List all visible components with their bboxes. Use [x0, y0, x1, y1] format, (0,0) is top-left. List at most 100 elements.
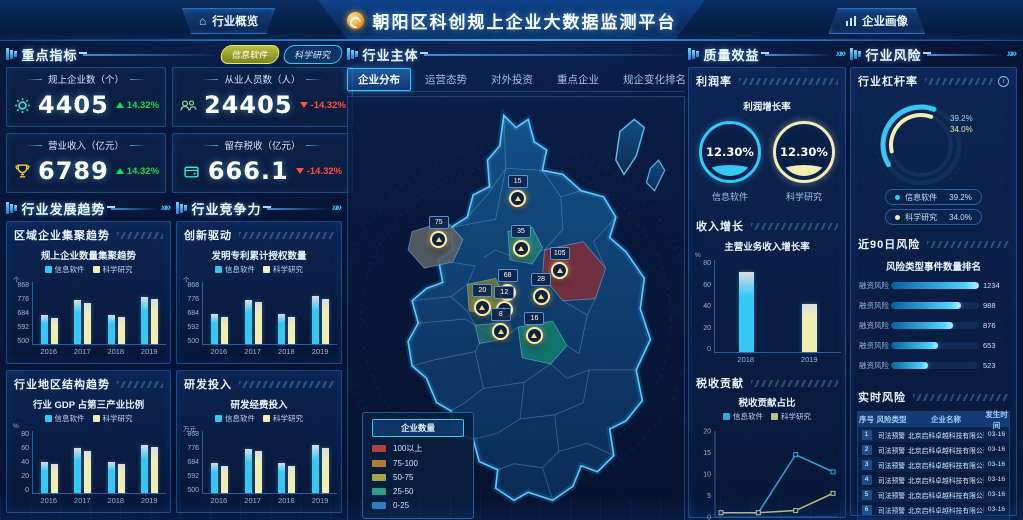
map-marker-75[interactable]: 75: [429, 211, 449, 248]
stat-label: 留存税收（亿元）: [179, 138, 346, 152]
pin-icon: [430, 231, 447, 248]
profit-gauges: 12.30%信息软件12.30%科学研究: [689, 113, 845, 213]
page-title: 朝阳区科创规上企业大数据监测平台: [373, 8, 677, 33]
hatch-decoration: [751, 223, 838, 230]
key-indicators-header: 重点指标 信息软件 科学研究: [6, 44, 342, 64]
map-marker-35[interactable]: 35: [511, 220, 531, 257]
region-structure-card: 行业地区结构趋势 行业 GDP 占第三产业比例信息软件科学研究%80604020…: [6, 370, 171, 513]
filter-tag-research[interactable]: 科学研究: [282, 45, 344, 64]
gdp-ratio-chart: 行业 GDP 占第三产业比例信息软件科学研究%80604020020162017…: [7, 394, 170, 505]
table-row[interactable]: 3司法预警北京启科卓越科技有限公司03-16: [858, 457, 1009, 472]
competitiveness-header: 行业竞争力 »»: [176, 198, 342, 218]
kpi-cards: 规上企业数（个）440514.32%从业人员数（人）24405-14.32%营业…: [6, 67, 342, 193]
people-icon: [179, 98, 197, 113]
stat-delta: -14.32%: [300, 100, 346, 111]
stat-card: 规上企业数（个）440514.32%: [6, 67, 166, 127]
hbar-row[interactable]: 融资风险876: [859, 320, 1008, 331]
filter-tag-software[interactable]: 信息软件: [219, 45, 281, 64]
y-axis: 806040200: [11, 431, 32, 494]
section-header: 研发投入: [177, 371, 341, 394]
hbar-row[interactable]: 融资风险988: [859, 300, 1008, 311]
stat-label: 营业收入（亿元）: [13, 138, 159, 152]
panel-header-line: [267, 208, 327, 210]
stat-card: 从业人员数（人）24405-14.32%: [172, 67, 353, 127]
gauge-plot: [859, 93, 1009, 195]
agglomeration-card: 区域企业集聚趋势 规上企业数量集聚趋势信息软件科学研究个868776684592…: [6, 221, 171, 364]
legend-item: 50-75: [372, 473, 464, 482]
rnd-card: 研发投入 研发经费投入信息软件科学研究万元8687766845925002016…: [176, 370, 342, 513]
table-row[interactable]: 6司法预警北京启科卓越科技有限公司03-16: [858, 502, 1009, 517]
expand-arrows-icon[interactable]: »»: [1007, 48, 1017, 60]
expand-arrows-icon[interactable]: »»: [836, 48, 846, 60]
hatch-decoration: [739, 78, 838, 85]
nav-enterprise-profile[interactable]: 企业画像: [829, 8, 926, 34]
tab-2[interactable]: 运营态势: [415, 69, 477, 90]
legend-pill[interactable]: 科学研究34.0%: [885, 209, 982, 225]
table-row[interactable]: 4司法预警北京启科卓越科技有限公司03-16: [858, 472, 1009, 487]
map-marker-28[interactable]: 28: [531, 268, 551, 305]
svg-text:20: 20: [703, 429, 711, 436]
chart-title: 发明专利累计授权数量: [181, 248, 337, 262]
map-marker-15[interactable]: 15: [508, 170, 528, 207]
panel-icon: [347, 48, 358, 60]
legend-item: 0-25: [372, 501, 464, 510]
nav-industry-overview-label: 行业概览: [212, 13, 258, 29]
x-axis: 2016201720182019: [202, 494, 337, 505]
chart-title: 研发经费投入: [181, 397, 337, 411]
chart-title: 规上企业数量集聚趋势: [11, 248, 166, 262]
y-axis: 868776684592500: [181, 282, 202, 345]
map-legend-title: 企业数量: [372, 419, 464, 437]
panel-icon: [850, 48, 861, 60]
liquid-gauge: 12.30%科学研究: [773, 121, 835, 203]
risk-panel: 行业风险 »» 行业杠杆率 i 39.2%34.0%信息软件39.2%科学研究3…: [850, 44, 1017, 514]
tab-3[interactable]: 对外投资: [481, 69, 543, 90]
risk-ranking-chart: 风险类型事件数量排名融资风险1234融资风险988融资风险876融资风险653融…: [851, 254, 1016, 384]
map-marker-20[interactable]: 20: [472, 279, 492, 316]
panel-header-line: [83, 54, 216, 56]
chart-legend: 信息软件科学研究: [689, 411, 845, 422]
hbar-row[interactable]: 融资风险1234: [859, 280, 1008, 291]
map-marker-105[interactable]: 105: [550, 242, 570, 279]
panel-icon: [688, 48, 699, 60]
hatch-decoration: [925, 78, 993, 85]
plot-area: [202, 431, 337, 494]
chart-title: 行业 GDP 占第三产业比例: [11, 397, 166, 411]
key-indicators-panel: 重点指标 信息软件 科学研究 规上企业数（个）440514.32%从业人员数（人…: [6, 44, 342, 194]
section-header: 区域企业集聚趋势: [7, 222, 170, 245]
tab-5[interactable]: 规企变化排名: [613, 69, 696, 90]
tab-4[interactable]: 重点企业: [547, 69, 609, 90]
legend-item: 75-100: [372, 459, 464, 468]
expand-arrows-icon[interactable]: »»: [332, 202, 342, 214]
hbar-row[interactable]: 融资风险523: [859, 360, 1008, 371]
table-row[interactable]: 2司法预警北京启科卓越科技有限公司03-16: [858, 442, 1009, 457]
section-header: 收入增长: [689, 213, 845, 236]
hbar-row[interactable]: 融资风险653: [859, 340, 1008, 351]
stat-card: 营业收入（亿元）678914.32%: [6, 133, 166, 193]
section-title: 近90日风险: [858, 236, 920, 252]
info-icon[interactable]: i: [998, 76, 1009, 87]
stat-value: 666.1: [208, 157, 289, 185]
tab-1[interactable]: 企业分布: [347, 68, 411, 91]
panel-icon: [6, 48, 17, 60]
industry-body-header: 行业主体: [347, 44, 685, 64]
nav-industry-overview[interactable]: ⌂ 行业概览: [182, 8, 275, 34]
legend-item: 100以上: [372, 443, 464, 454]
stat-delta: 14.32%: [116, 166, 159, 177]
dev-trend-panel: 行业发展趋势 »» 区域企业集聚趋势 规上企业数量集聚趋势信息软件科学研究个86…: [6, 198, 171, 514]
quality-panel: 质量效益 »» 利润率 利润增长率 12.30%信息软件12.30%科学研究 收…: [688, 44, 846, 514]
expand-arrows-icon[interactable]: »»: [161, 202, 171, 214]
legend-pill[interactable]: 信息软件39.2%: [885, 189, 982, 205]
section-header: 行业杠杆率 i: [851, 68, 1016, 91]
section-title: 行业地区结构趋势: [14, 376, 110, 392]
section-header: 利润率: [689, 68, 845, 91]
income-growth-chart: 主营业务收入增长率%80604020020182019: [689, 236, 845, 364]
svg-text:0: 0: [707, 515, 711, 520]
top-bar: 朝阳区科创规上企业大数据监测平台 ⌂ 行业概览 企业画像: [0, 0, 1023, 41]
table-row[interactable]: 5司法预警北京启科卓越科技有限公司03-16: [858, 487, 1009, 502]
map-marker-16[interactable]: 16: [524, 307, 544, 344]
x-axis: 2016201720182019: [202, 345, 337, 356]
gauge-value-labels: 39.2%34.0%: [950, 113, 973, 135]
table-header: 序号风险类型企业名称发生时间: [858, 412, 1009, 427]
map-marker-8[interactable]: 8: [491, 303, 511, 340]
risk-card: 行业杠杆率 i 39.2%34.0% 信息软件39.2% 科学研究34.0% 近90…: [850, 67, 1017, 516]
